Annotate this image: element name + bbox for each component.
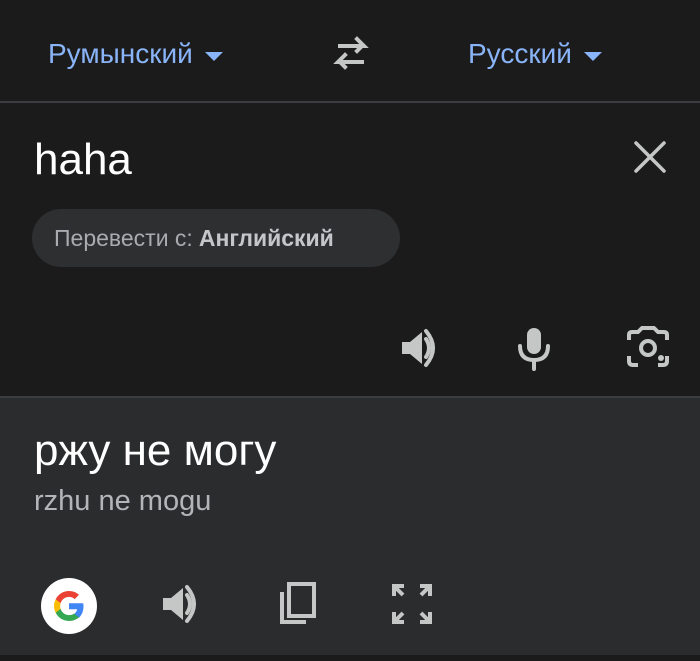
output-listen-button[interactable] (153, 576, 209, 632)
target-language-label: Русский (468, 38, 572, 69)
swap-arrows-icon (333, 36, 369, 70)
google-search-button[interactable] (41, 578, 97, 634)
fullscreen-button[interactable] (384, 576, 440, 632)
close-icon (634, 141, 666, 173)
swap-languages-button[interactable] (326, 32, 376, 76)
microphone-icon (518, 328, 550, 371)
transliteration-text: rzhu ne mogu (34, 485, 212, 517)
speaker-icon (163, 585, 196, 623)
source-text-field[interactable]: haha (34, 135, 132, 185)
camera-translate-button[interactable] (620, 320, 676, 376)
input-panel: haha Перевести с: Английский (0, 105, 700, 395)
chevron-down-icon (583, 51, 602, 61)
source-language-button[interactable]: Румынский (48, 34, 223, 74)
camera-icon (627, 326, 669, 367)
detect-prefix: Перевести с: (54, 224, 193, 251)
clear-input-button[interactable] (628, 135, 672, 179)
translate-screen: Румынский Русский haha Перевести с: Англ… (0, 0, 700, 661)
chevron-down-icon (204, 51, 223, 61)
target-language-button[interactable]: Русский (468, 34, 602, 74)
translation-text: ржу не могу (34, 426, 277, 475)
output-panel: ржу не могу rzhu ne mogu (0, 396, 700, 661)
language-bar: Румынский Русский (0, 0, 700, 103)
google-logo-icon (54, 591, 84, 621)
bottom-divider (0, 655, 700, 661)
copy-icon (280, 582, 316, 624)
input-listen-button[interactable] (392, 320, 448, 376)
detected-language: Английский (198, 224, 334, 251)
fullscreen-icon (392, 584, 432, 624)
source-language-label: Румынский (48, 38, 193, 69)
microphone-button[interactable] (506, 320, 562, 376)
copy-translation-button[interactable] (268, 576, 324, 632)
detected-language-chip[interactable]: Перевести с: Английский (32, 209, 400, 267)
speaker-icon (402, 329, 435, 367)
